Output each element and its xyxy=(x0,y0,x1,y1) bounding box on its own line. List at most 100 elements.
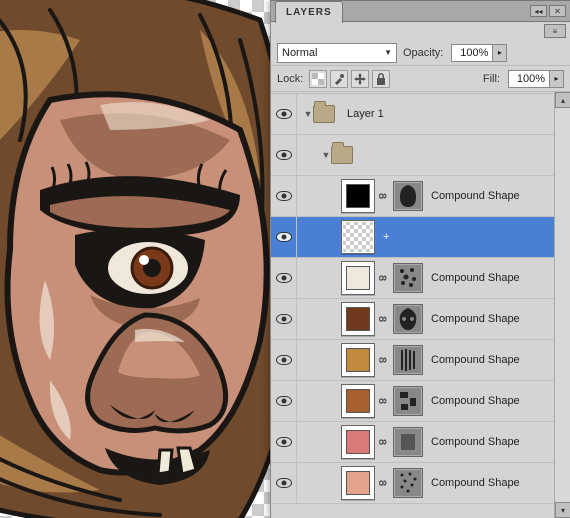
panel-menu-row: ≡ xyxy=(271,22,570,40)
blend-opacity-row: Normal ▼ Opacity: 100% ▸ xyxy=(271,40,570,66)
visibility-toggle[interactable] xyxy=(271,217,297,257)
link-icon[interactable]: 8 xyxy=(376,437,388,447)
eye-icon xyxy=(276,150,292,160)
lock-fill-row: Lock: Fill: 100% ▸ xyxy=(271,66,570,92)
fill-input[interactable]: 100% xyxy=(508,70,550,88)
link-icon[interactable]: 8 xyxy=(376,191,388,201)
layer-name[interactable]: Compound Shape xyxy=(431,395,570,407)
opacity-input[interactable]: 100% xyxy=(451,44,493,62)
layer-row[interactable]: 8 Compound Shape xyxy=(271,380,570,422)
fill-stepper[interactable]: ▸ xyxy=(550,70,564,88)
blend-mode-value: Normal xyxy=(282,47,317,59)
link-icon[interactable]: 8 xyxy=(376,314,388,324)
visibility-toggle[interactable] xyxy=(271,258,297,298)
layer-row[interactable]: 8 Compound Shape xyxy=(271,257,570,299)
visibility-toggle[interactable] xyxy=(271,135,297,175)
blend-mode-select[interactable]: Normal ▼ xyxy=(277,43,397,63)
layer-name[interactable]: Layer 1 xyxy=(347,108,570,120)
panel-close-button[interactable]: ✕ xyxy=(549,5,566,17)
disclosure-arrow[interactable]: ▼ xyxy=(303,109,313,119)
layer-name[interactable]: Compound Shape xyxy=(431,313,570,325)
transparency-grid-icon xyxy=(312,73,324,85)
layer-row[interactable]: 8 Compound Shape xyxy=(271,298,570,340)
stepper-icon: ▸ xyxy=(498,48,502,57)
layer-name[interactable]: Compound Shape xyxy=(431,190,570,202)
link-icon[interactable]: 8 xyxy=(376,355,388,365)
layer-thumbnail[interactable] xyxy=(341,384,375,418)
panel-collapse-button[interactable]: ◂◂ xyxy=(530,5,547,17)
layer-name[interactable]: + xyxy=(383,231,570,243)
visibility-toggle[interactable] xyxy=(271,463,297,503)
eye-icon xyxy=(276,273,292,283)
visibility-toggle[interactable] xyxy=(271,94,297,134)
layer-thumbnail[interactable] xyxy=(341,302,375,336)
layer-row[interactable]: 8 Compound Shape xyxy=(271,421,570,463)
mask-thumbnail[interactable] xyxy=(393,386,423,416)
scroll-up-button[interactable]: ▴ xyxy=(555,92,570,108)
dropdown-icon: ▼ xyxy=(384,48,392,57)
lock-transparency-button[interactable] xyxy=(309,70,327,88)
document-canvas[interactable] xyxy=(0,0,270,518)
visibility-toggle[interactable] xyxy=(271,340,297,380)
layer-thumbnail[interactable] xyxy=(341,179,375,213)
tab-layers-label: LAYERS xyxy=(286,7,332,18)
panel-menu-button[interactable]: ≡ xyxy=(544,24,566,38)
visibility-toggle[interactable] xyxy=(271,176,297,216)
opacity-label: Opacity: xyxy=(403,47,443,59)
layers-scrollbar[interactable]: ▴ ▾ xyxy=(554,92,570,518)
layer-row[interactable]: + xyxy=(271,216,570,258)
opacity-value: 100% xyxy=(460,47,488,59)
lock-position-button[interactable] xyxy=(351,70,369,88)
layer-name[interactable]: Compound Shape xyxy=(431,354,570,366)
layer-thumbnail[interactable] xyxy=(341,425,375,459)
layer-thumbnail[interactable] xyxy=(341,220,375,254)
mask-thumbnail[interactable] xyxy=(393,181,423,211)
tab-layers[interactable]: LAYERS xyxy=(275,1,343,23)
mask-thumbnail[interactable] xyxy=(393,468,423,498)
visibility-toggle[interactable] xyxy=(271,299,297,339)
layer-row[interactable]: 8 Compound Shape xyxy=(271,339,570,381)
layer-row-root[interactable]: ▼ Layer 1 xyxy=(271,93,570,135)
artwork-illustration xyxy=(0,0,270,518)
eye-icon xyxy=(276,396,292,406)
eye-icon xyxy=(276,437,292,447)
fill-value: 100% xyxy=(517,73,545,85)
folder-icon xyxy=(313,105,335,123)
folder-icon xyxy=(331,146,353,164)
lock-label: Lock: xyxy=(277,73,303,85)
eye-icon xyxy=(276,355,292,365)
disclosure-arrow[interactable]: ▼ xyxy=(321,150,331,160)
mask-thumbnail[interactable] xyxy=(393,304,423,334)
layer-name[interactable]: Compound Shape xyxy=(431,436,570,448)
lock-all-button[interactable] xyxy=(372,70,390,88)
layer-name[interactable]: Compound Shape xyxy=(431,477,570,489)
mask-thumbnail[interactable] xyxy=(393,263,423,293)
lock-image-button[interactable] xyxy=(330,70,348,88)
panel-tab-bar: LAYERS ◂◂ ✕ xyxy=(271,0,570,22)
visibility-toggle[interactable] xyxy=(271,381,297,421)
eye-icon xyxy=(276,232,292,242)
link-icon[interactable]: 8 xyxy=(376,396,388,406)
move-arrows-icon xyxy=(354,73,366,85)
mask-thumbnail[interactable] xyxy=(393,345,423,375)
brush-icon xyxy=(333,73,345,85)
layer-name[interactable]: Compound Shape xyxy=(431,272,570,284)
layer-row[interactable]: 8 Compound Shape xyxy=(271,462,570,504)
eye-icon xyxy=(276,314,292,324)
layer-row[interactable]: 8 Compound Shape xyxy=(271,175,570,217)
visibility-toggle[interactable] xyxy=(271,422,297,462)
scroll-down-button[interactable]: ▾ xyxy=(555,502,570,518)
layer-thumbnail[interactable] xyxy=(341,466,375,500)
menu-icon: ≡ xyxy=(553,27,558,36)
opacity-stepper[interactable]: ▸ xyxy=(493,44,507,62)
padlock-icon xyxy=(373,70,389,88)
link-icon[interactable]: 8 xyxy=(376,273,388,283)
close-icon: ✕ xyxy=(554,7,561,16)
layer-thumbnail[interactable] xyxy=(341,261,375,295)
eye-icon xyxy=(276,478,292,488)
layer-thumbnail[interactable] xyxy=(341,343,375,377)
mask-thumbnail[interactable] xyxy=(393,427,423,457)
stepper-icon: ▸ xyxy=(554,74,558,83)
link-icon[interactable]: 8 xyxy=(376,478,388,488)
layer-row-group[interactable]: ▼ xyxy=(271,134,570,176)
